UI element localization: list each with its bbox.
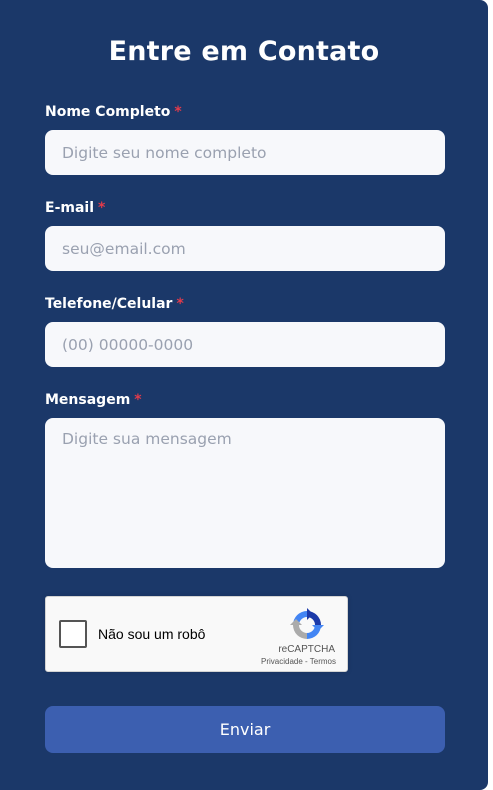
- phone-input[interactable]: [45, 322, 445, 367]
- message-label-text: Mensagem: [45, 392, 131, 408]
- recaptcha-label: Não sou um robô: [98, 626, 206, 642]
- phone-label-text: Telefone/Celular: [45, 296, 173, 312]
- name-label: Nome Completo *: [45, 104, 182, 120]
- recaptcha-logo-icon: [290, 608, 324, 639]
- recaptcha-link-separator: -: [302, 657, 310, 666]
- email-label-text: E-mail: [45, 200, 95, 216]
- submit-button[interactable]: Enviar: [45, 706, 445, 753]
- required-marker: *: [98, 200, 106, 216]
- name-input[interactable]: [45, 130, 445, 175]
- contact-form-panel: Entre em Contato Nome Completo* E-mail* …: [0, 0, 488, 790]
- form-title: Entre em Contato: [108, 36, 380, 67]
- required-marker: *: [134, 392, 142, 408]
- recaptcha-terms-link[interactable]: Termos: [310, 657, 336, 666]
- recaptcha-links: Privacidade - Termos: [261, 657, 336, 666]
- recaptcha-checkbox[interactable]: [59, 620, 87, 648]
- recaptcha-brand: reCAPTCHA: [278, 644, 335, 655]
- recaptcha-widget: Não sou um robô reCAPTCHA Privacidade - …: [45, 596, 348, 672]
- phone-label: Telefone/Celular *: [45, 296, 184, 312]
- message-label: Mensagem *: [45, 392, 142, 408]
- message-textarea[interactable]: [45, 418, 445, 568]
- recaptcha-privacy-link[interactable]: Privacidade: [261, 657, 303, 666]
- email-label: E-mail *: [45, 200, 105, 216]
- name-label-text: Nome Completo: [45, 104, 171, 120]
- email-input[interactable]: [45, 226, 445, 271]
- required-marker: *: [176, 296, 184, 312]
- required-marker: *: [174, 104, 182, 120]
